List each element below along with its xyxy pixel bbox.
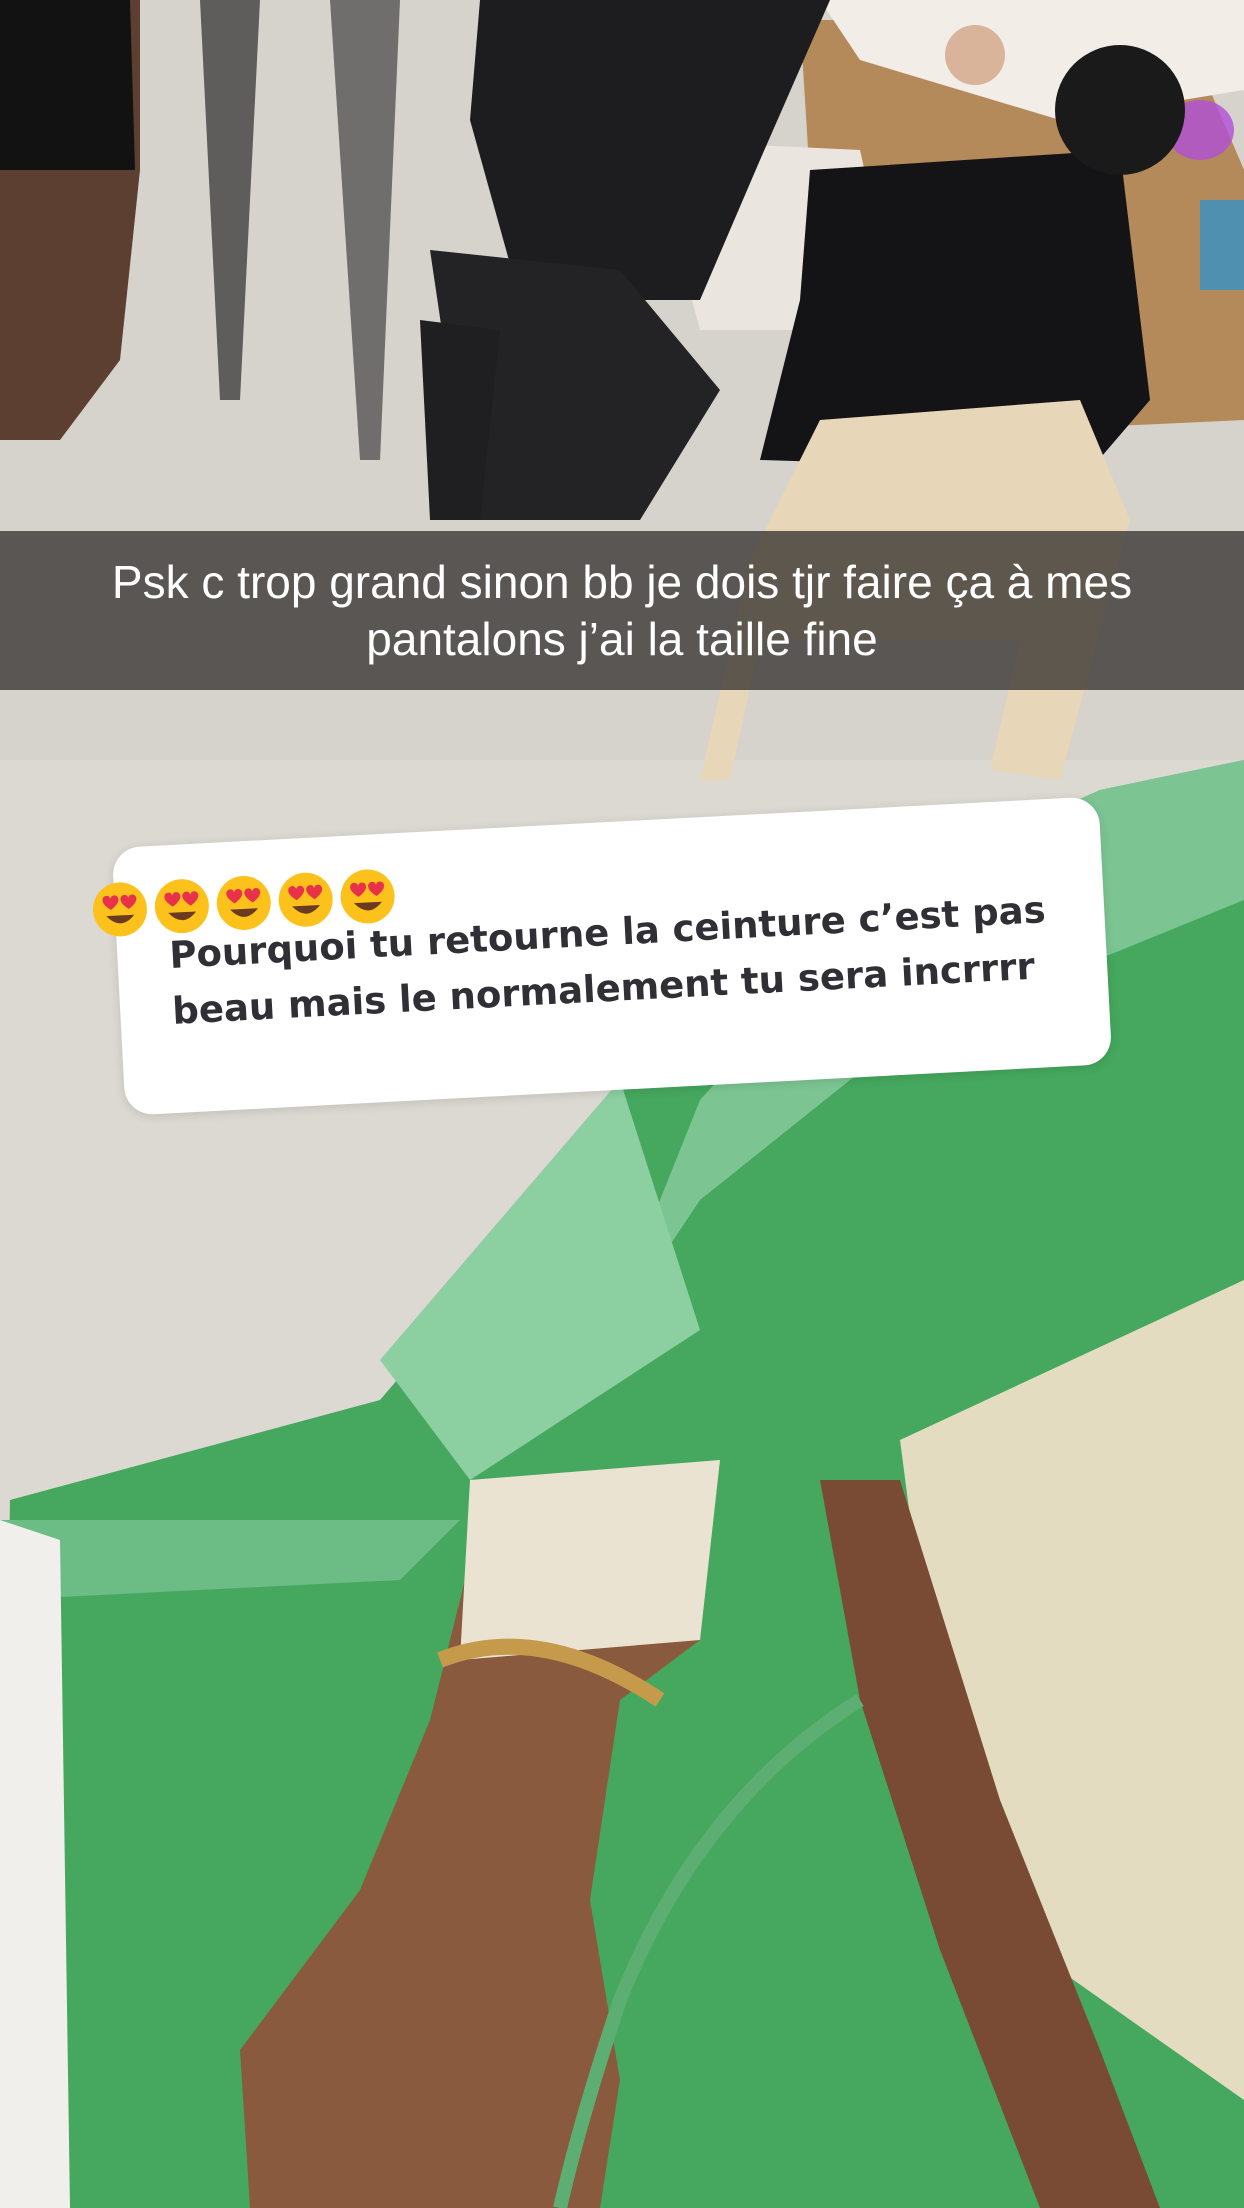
story-caption-bar: Psk c trop grand sinon bb je dois tjr fa…: [0, 531, 1244, 690]
heart-eyes-emoji-icon: [92, 882, 147, 937]
story-caption-text: Psk c trop grand sinon bb je dois tjr fa…: [111, 555, 1133, 665]
